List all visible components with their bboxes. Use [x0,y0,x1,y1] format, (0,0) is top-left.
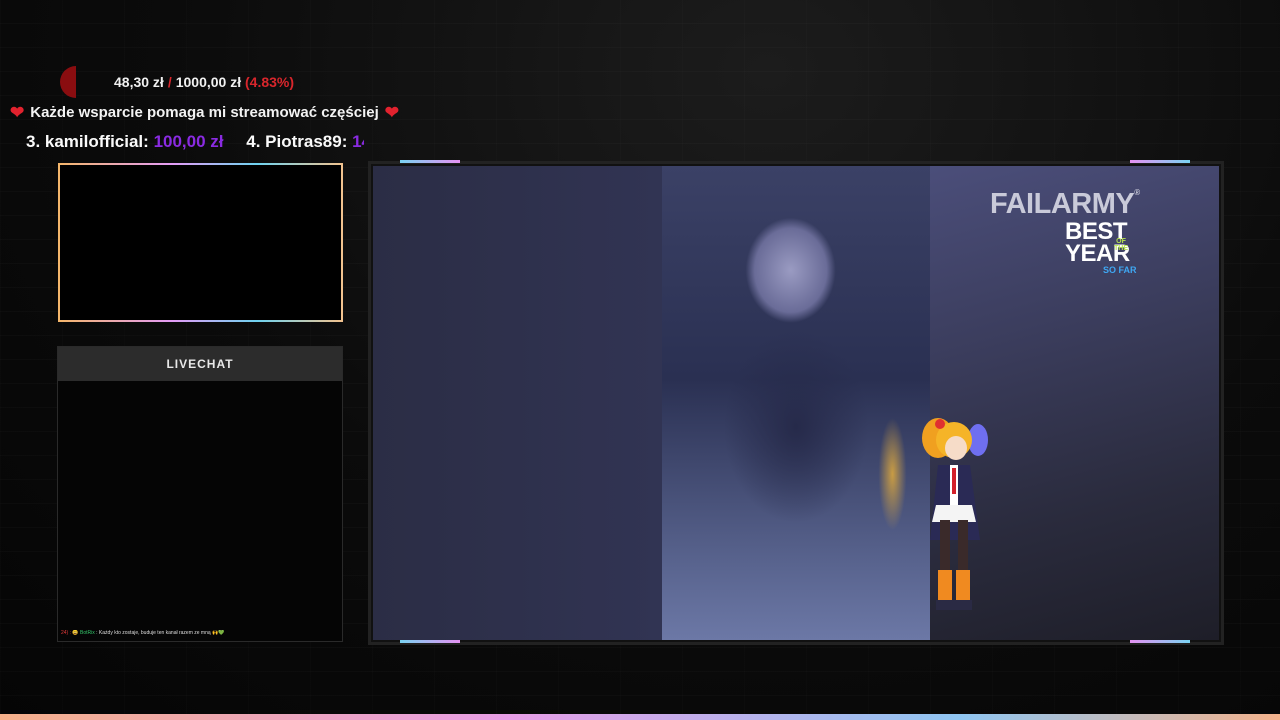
donor-entry: 4. Piotras89: 14 [246,132,364,152]
badge-year: YEAR [1065,240,1130,267]
donor-name: 3. kamilofficial: [26,132,149,151]
heart-icon: ❤ [10,102,25,122]
donor-amount: 14 [352,132,364,151]
goal-text: 48,30 zł/1000,00 zł (4.83%) [114,74,294,90]
emote-icon: 🙌💚 [212,630,225,636]
badge-sofar: SO FAR [1103,265,1137,275]
webcam-frame [58,163,343,322]
heart-icon: ❤ [384,102,399,122]
video-clip [662,166,930,640]
frame-accent [1130,160,1190,163]
donor-name: 4. Piotras89: [246,132,348,151]
chat-message-text: : Każdy kto zostaje, buduje ten kanał ra… [96,630,211,636]
best-of-year-badge: BEST OF THE YEAR SO FAR [1065,220,1155,276]
livechat-body[interactable]: 24) : 😀 BotRix : Każdy kto zostaje, budu… [58,381,342,641]
emote-icon: 😀 [72,630,79,636]
brand-mark: ® [1134,188,1140,197]
livechat-panel: LIVECHAT 24) : 😀 BotRix : Każdy kto zost… [57,346,343,642]
donor-amount: 100,00 zł [153,132,224,151]
chat-message: 24) : 😀 BotRix : Każdy kto zostaje, budu… [61,630,341,637]
badge-ofthe: OF THE [1114,238,1128,252]
brand-name: FAILARMY [990,188,1135,220]
chat-username: BotRix [80,630,95,636]
donor-entry: 3. kamilofficial: 100,00 zł [26,132,224,152]
goal-current: 48,30 zł [114,74,164,90]
frame-accent [400,640,460,643]
frame-accent [1130,640,1190,643]
goal-target: 1000,00 zł [175,74,242,90]
support-message: ❤ Każde wsparcie pomaga mi streamować cz… [10,100,399,124]
main-video[interactable]: FAILARMY® BEST OF THE YEAR SO FAR [373,166,1219,640]
goal-separator: / [167,74,172,90]
top-donors-ticker: 3. kamilofficial: 100,00 zł 4. Piotras89… [26,132,364,158]
chat-username: 24) : [61,630,72,636]
support-message-text: Każde wsparcie pomaga mi streamować częś… [30,103,379,121]
failarmy-logo: FAILARMY® [990,188,1160,221]
vtuber-avatar [922,418,988,610]
goal-progress-pie-icon [60,66,92,98]
bottom-gradient-bar [0,714,1280,720]
livechat-title: LIVECHAT [58,347,342,381]
donation-goal: 48,30 zł/1000,00 zł (4.83%) [60,66,294,98]
goal-percent: (4.83%) [245,74,295,90]
frame-accent [400,160,460,163]
